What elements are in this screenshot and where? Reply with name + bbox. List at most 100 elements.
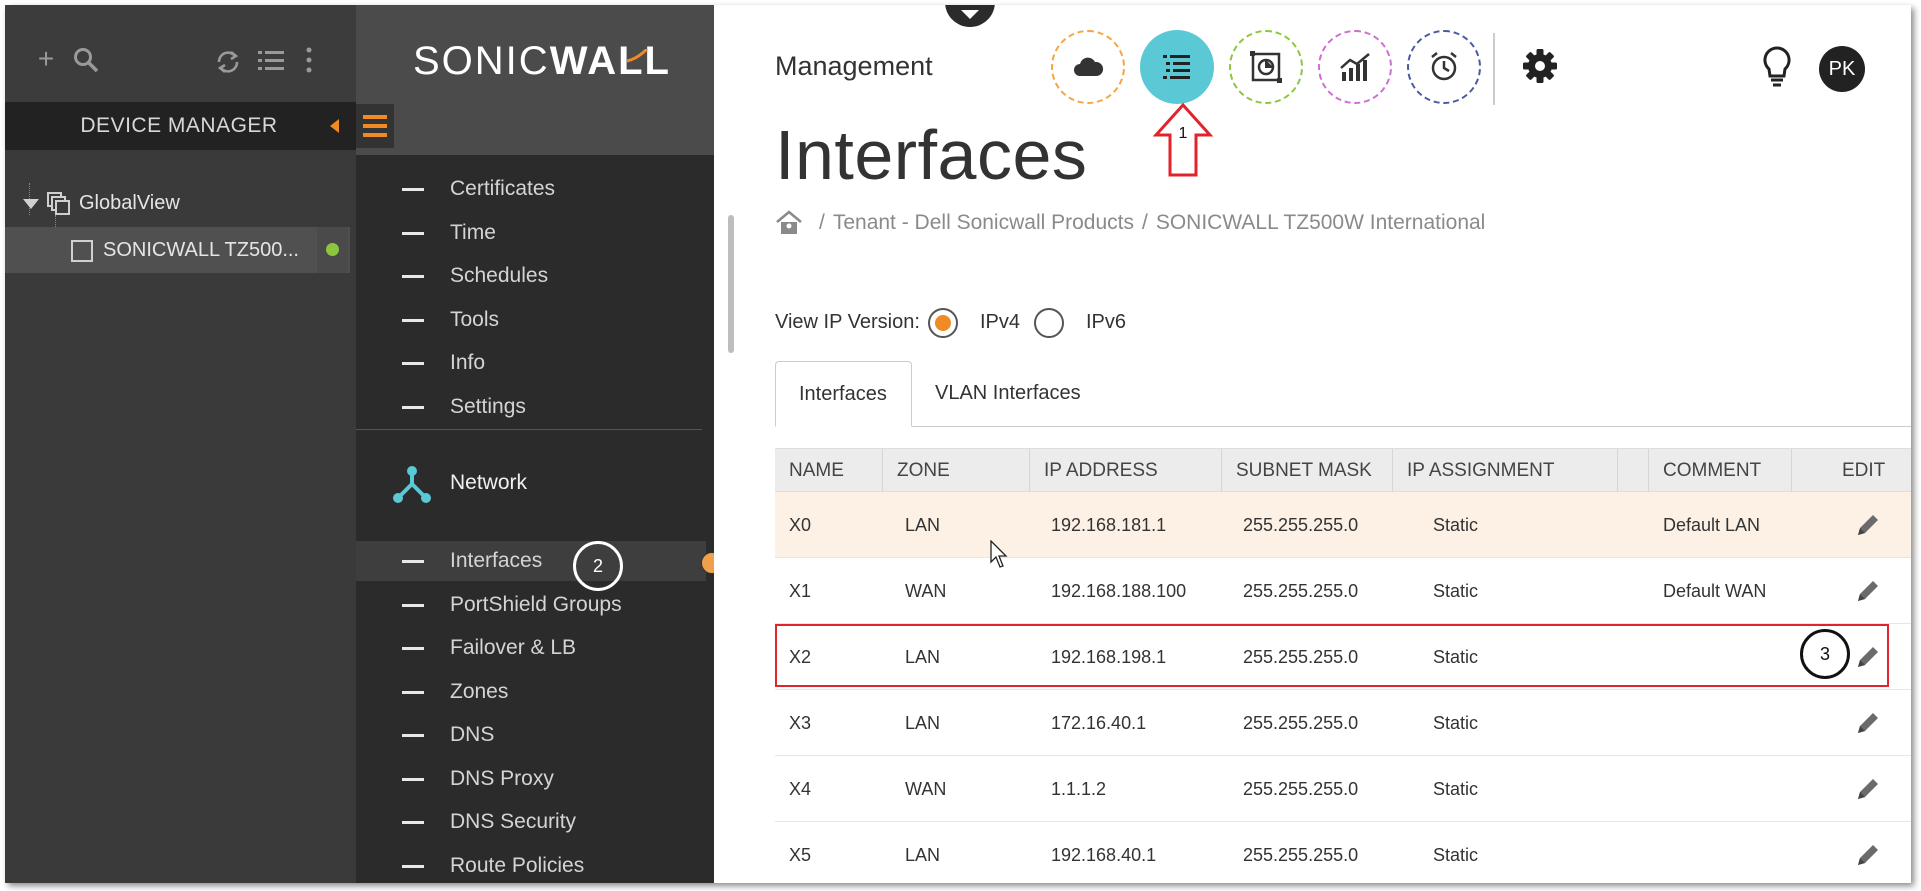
cell-subnet-mask: 255.255.255.0 (1243, 515, 1359, 535)
column-header-comment[interactable]: COMMENT (1649, 449, 1792, 493)
nav-item-failover-lb[interactable]: Failover & LB (356, 628, 706, 668)
logo-text-light: SONIC (413, 39, 550, 83)
analytics-button[interactable] (1318, 30, 1392, 104)
nav-item-label: Interfaces (450, 549, 543, 572)
navigation-panel: SONICWALL Certificates Time Schedules To… (356, 5, 723, 883)
nav-item-label: Settings (450, 395, 526, 418)
column-header-ip-address[interactable]: IP ADDRESS (1030, 449, 1222, 493)
nav-item-label: Tools (450, 308, 500, 331)
home-icon[interactable] (775, 210, 803, 236)
tree-item-device[interactable]: SONICWALL TZ500... (5, 227, 350, 273)
tree-item-label: SONICWALL TZ500... (103, 239, 299, 261)
table-row[interactable]: X5 LAN 192.168.40.1 255.255.255.0 Static (775, 822, 1911, 883)
nav-item-schedules[interactable]: Schedules (356, 256, 706, 296)
interface-tabs: Interfaces VLAN Interfaces (775, 361, 1911, 427)
table-row[interactable]: X0 LAN 192.168.181.1 255.255.255.0 Static Def… (775, 492, 1911, 558)
ipv6-radio[interactable] (1034, 308, 1064, 338)
dropdown-toggle-icon[interactable] (945, 5, 995, 27)
table-row[interactable]: X3 LAN 172.16.40.1 255.255.255.0 Static (775, 690, 1911, 756)
nav-divider (356, 429, 702, 430)
reports-button[interactable] (1229, 30, 1303, 104)
nav-item-label: Info (450, 351, 486, 374)
lightbulb-icon[interactable] (1759, 45, 1795, 89)
gear-icon[interactable] (1521, 47, 1559, 85)
ipv6-label: IPv6 (1086, 311, 1127, 333)
caret-down-icon[interactable] (23, 199, 39, 209)
tab-vlan-interfaces[interactable]: VLAN Interfaces (912, 361, 1104, 427)
nav-item-label: DNS Security (450, 810, 577, 833)
more-icon[interactable] (305, 47, 313, 73)
nav-item-certificates[interactable]: Certificates (356, 169, 706, 209)
nav-item-label: Route Policies (450, 854, 585, 877)
cell-zone: LAN (905, 713, 941, 733)
nav-item-interfaces[interactable]: Interfaces (356, 541, 706, 581)
list-view-button[interactable] (1140, 30, 1214, 104)
annotation-step-1: 1 (1178, 125, 1188, 142)
cell-comment: Default WAN (1663, 581, 1767, 601)
nav-item-dns-proxy[interactable]: DNS Proxy (356, 759, 706, 799)
nav-item-tools[interactable]: Tools (356, 300, 706, 340)
list-icon[interactable] (258, 49, 284, 73)
edit-pencil-icon[interactable] (1855, 776, 1881, 802)
brand-header: SONICWALL (356, 5, 714, 155)
nav-item-time[interactable]: Time (356, 213, 706, 253)
column-header-name[interactable]: NAME (775, 449, 883, 493)
nav-section-network[interactable]: Network (356, 458, 706, 508)
column-header-zone[interactable]: ZONE (883, 449, 1030, 493)
edit-pencil-icon[interactable] (1855, 578, 1881, 604)
cell-ip-address: 192.168.181.1 (1051, 515, 1167, 535)
cell-ip-address: 172.16.40.1 (1051, 713, 1147, 733)
device-manager-title: DEVICE MANAGER (80, 114, 278, 137)
nav-item-dns[interactable]: DNS (356, 715, 706, 755)
cloud-button[interactable] (1051, 30, 1125, 104)
tree-item-label: GlobalView (79, 192, 180, 214)
report-icon (1250, 51, 1282, 83)
cell-comment: Default LAN (1663, 515, 1761, 535)
cell-zone: WAN (905, 581, 947, 601)
nav-item-route-policies[interactable]: Route Policies (356, 846, 706, 883)
tree-item-globalview[interactable]: GlobalView (5, 180, 350, 226)
cell-name: X5 (789, 845, 812, 865)
device-manager-panel: + DEVICE MANAGER GlobalView SONICWALL TZ… (5, 5, 356, 883)
nav-item-settings[interactable]: Settings (356, 387, 706, 427)
collapse-arrow-icon[interactable] (330, 119, 339, 133)
nav-item-zones[interactable]: Zones (356, 672, 706, 712)
breadcrumb-device: SONICWALL TZ500W International (1155, 211, 1486, 234)
ipv4-radio[interactable] (928, 308, 958, 338)
user-avatar[interactable]: PK (1819, 46, 1865, 92)
edit-pencil-icon[interactable] (1855, 842, 1881, 868)
table-row[interactable]: X1 WAN 192.168.188.100 255.255.255.0 Static D… (775, 558, 1911, 624)
cell-ip-address: 192.168.40.1 (1051, 845, 1157, 865)
refresh-icon[interactable] (214, 48, 242, 76)
logo-swoosh-icon (627, 49, 649, 63)
group-icon (47, 192, 70, 215)
menu-toggle-button[interactable] (356, 104, 394, 148)
nav-item-label: PortShield Groups (450, 593, 622, 616)
ip-version-label: View IP Version: (775, 311, 920, 333)
search-icon[interactable] (73, 47, 99, 73)
ipv4-label: IPv4 (980, 311, 1021, 333)
table-row[interactable]: X4 WAN 1.1.1.2 255.255.255.0 Static (775, 756, 1911, 822)
column-header-subnet-mask[interactable]: SUBNET MASK (1222, 449, 1393, 493)
column-header-ip-assignment[interactable]: IP ASSIGNMENT (1393, 449, 1618, 493)
cell-subnet-mask: 255.255.255.0 (1243, 779, 1359, 799)
screenshot-frame: + DEVICE MANAGER GlobalView SONICWALL TZ… (5, 5, 1911, 883)
scrollbar[interactable] (728, 215, 734, 353)
edit-pencil-icon[interactable] (1855, 512, 1881, 538)
nav-item-info[interactable]: Info (356, 343, 706, 383)
analytics-icon (1340, 53, 1370, 81)
mouse-cursor-icon (990, 540, 1008, 568)
add-icon[interactable]: + (30, 45, 62, 73)
device-checkbox[interactable] (71, 240, 93, 262)
edit-pencil-icon[interactable] (1855, 710, 1881, 736)
nav-item-label: Time (450, 221, 496, 244)
cell-zone: LAN (905, 845, 941, 865)
toolbar-divider (1493, 33, 1495, 105)
schedule-button[interactable] (1407, 30, 1481, 104)
logo-text-bold: WALL (549, 39, 671, 83)
breadcrumb-tenant[interactable]: Tenant - Dell Sonicwall Products (833, 211, 1134, 234)
tab-interfaces[interactable]: Interfaces (775, 361, 912, 427)
online-status-icon (317, 227, 348, 273)
nav-item-portshield-groups[interactable]: PortShield Groups (356, 585, 706, 625)
nav-item-dns-security[interactable]: DNS Security (356, 802, 706, 842)
